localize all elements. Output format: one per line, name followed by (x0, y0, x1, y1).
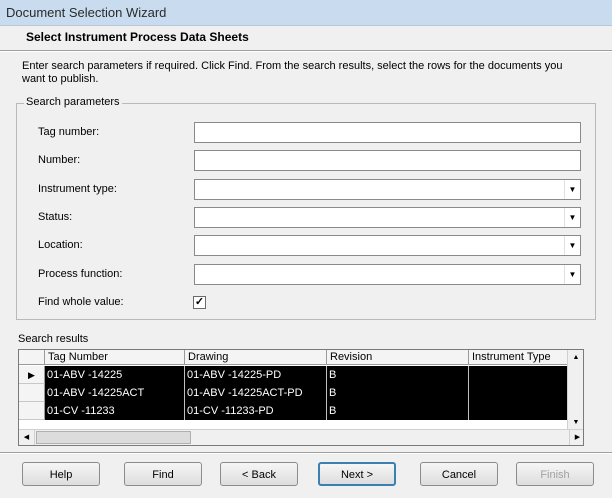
cell-revision: B (327, 402, 469, 420)
row-header[interactable] (19, 384, 45, 402)
window-title: Document Selection Wizard (6, 5, 167, 20)
column-header-tag-number[interactable]: Tag Number (45, 350, 185, 365)
cell-instrument-type (469, 402, 569, 420)
vertical-scrollbar[interactable]: ▲ ▼ (567, 350, 583, 430)
number-label: Number: (38, 154, 81, 166)
cell-tag-number: 01-ABV -14225 (45, 366, 185, 384)
chevron-down-icon[interactable]: ▼ (564, 180, 580, 199)
table-row[interactable]: 01-ABV -14225 01-ABV -14225-PD B (45, 366, 569, 384)
instrument-type-label: Instrument type: (38, 183, 117, 195)
arrow-down-icon[interactable]: ▼ (568, 415, 583, 430)
status-select[interactable]: ▼ (194, 207, 581, 228)
current-row-indicator[interactable]: ▶ (19, 366, 45, 384)
search-parameters-label: Search parameters (24, 96, 122, 108)
table-row[interactable]: 01-ABV -14225ACT 01-ABV -14225ACT-PD B (45, 384, 569, 402)
location-label: Location: (38, 239, 83, 251)
header-divider (0, 50, 612, 52)
instrument-type-select[interactable]: ▼ (194, 179, 581, 200)
grid-header: Tag Number Drawing Revision Instrument T… (19, 350, 583, 365)
process-function-label: Process function: (38, 268, 123, 280)
search-results-label: Search results (18, 333, 89, 345)
finish-button[interactable]: Finish (516, 462, 594, 486)
footer-divider (0, 452, 612, 454)
chevron-down-icon[interactable]: ▼ (564, 236, 580, 255)
cell-revision: B (327, 384, 469, 402)
cell-drawing: 01-ABV -14225ACT-PD (185, 384, 327, 402)
number-input[interactable] (194, 150, 581, 171)
arrow-left-icon[interactable]: ◀ (19, 430, 35, 445)
cell-tag-number: 01-CV -11233 (45, 402, 185, 420)
column-header-revision[interactable]: Revision (327, 350, 469, 365)
cell-tag-number: 01-ABV -14225ACT (45, 384, 185, 402)
back-button[interactable]: < Back (220, 462, 298, 486)
cell-instrument-type (469, 384, 569, 402)
tag-number-input[interactable] (194, 122, 581, 143)
location-select[interactable]: ▼ (194, 235, 581, 256)
row-header-corner (19, 350, 45, 365)
tag-number-label: Tag number: (38, 126, 100, 138)
next-button[interactable]: Next > (318, 462, 396, 486)
chevron-down-icon[interactable]: ▼ (564, 208, 580, 227)
page-title: Select Instrument Process Data Sheets (26, 30, 249, 44)
arrow-up-icon[interactable]: ▲ (568, 350, 583, 365)
process-function-select[interactable]: ▼ (194, 264, 581, 285)
table-row[interactable]: 01-CV -11233 01-CV -11233-PD B (45, 402, 569, 420)
column-header-drawing[interactable]: Drawing (185, 350, 327, 365)
scrollbar-thumb[interactable] (36, 431, 191, 444)
status-label: Status: (38, 211, 73, 223)
cell-instrument-type (469, 366, 569, 384)
find-whole-value-label: Find whole value: (38, 296, 124, 308)
cell-drawing: 01-ABV -14225-PD (185, 366, 327, 384)
arrow-right-icon[interactable]: ▶ (569, 430, 583, 445)
cell-drawing: 01-CV -11233-PD (185, 402, 327, 420)
help-button[interactable]: Help (22, 462, 100, 486)
column-header-instrument-type[interactable]: Instrument Type (469, 350, 569, 365)
find-button[interactable]: Find (124, 462, 202, 486)
horizontal-scrollbar[interactable]: ◀ ▶ (19, 429, 583, 445)
chevron-down-icon[interactable]: ▼ (564, 265, 580, 284)
search-results-grid[interactable]: Tag Number Drawing Revision Instrument T… (18, 349, 584, 446)
cell-revision: B (327, 366, 469, 384)
instructions-text: Enter search parameters if required. Cli… (22, 60, 563, 85)
checkmark-icon: ✓ (194, 296, 205, 308)
cancel-button[interactable]: Cancel (420, 462, 498, 486)
find-whole-value-checkbox[interactable]: ✓ (193, 296, 206, 309)
row-header[interactable] (19, 402, 45, 420)
title-bar: Document Selection Wizard (0, 0, 612, 26)
